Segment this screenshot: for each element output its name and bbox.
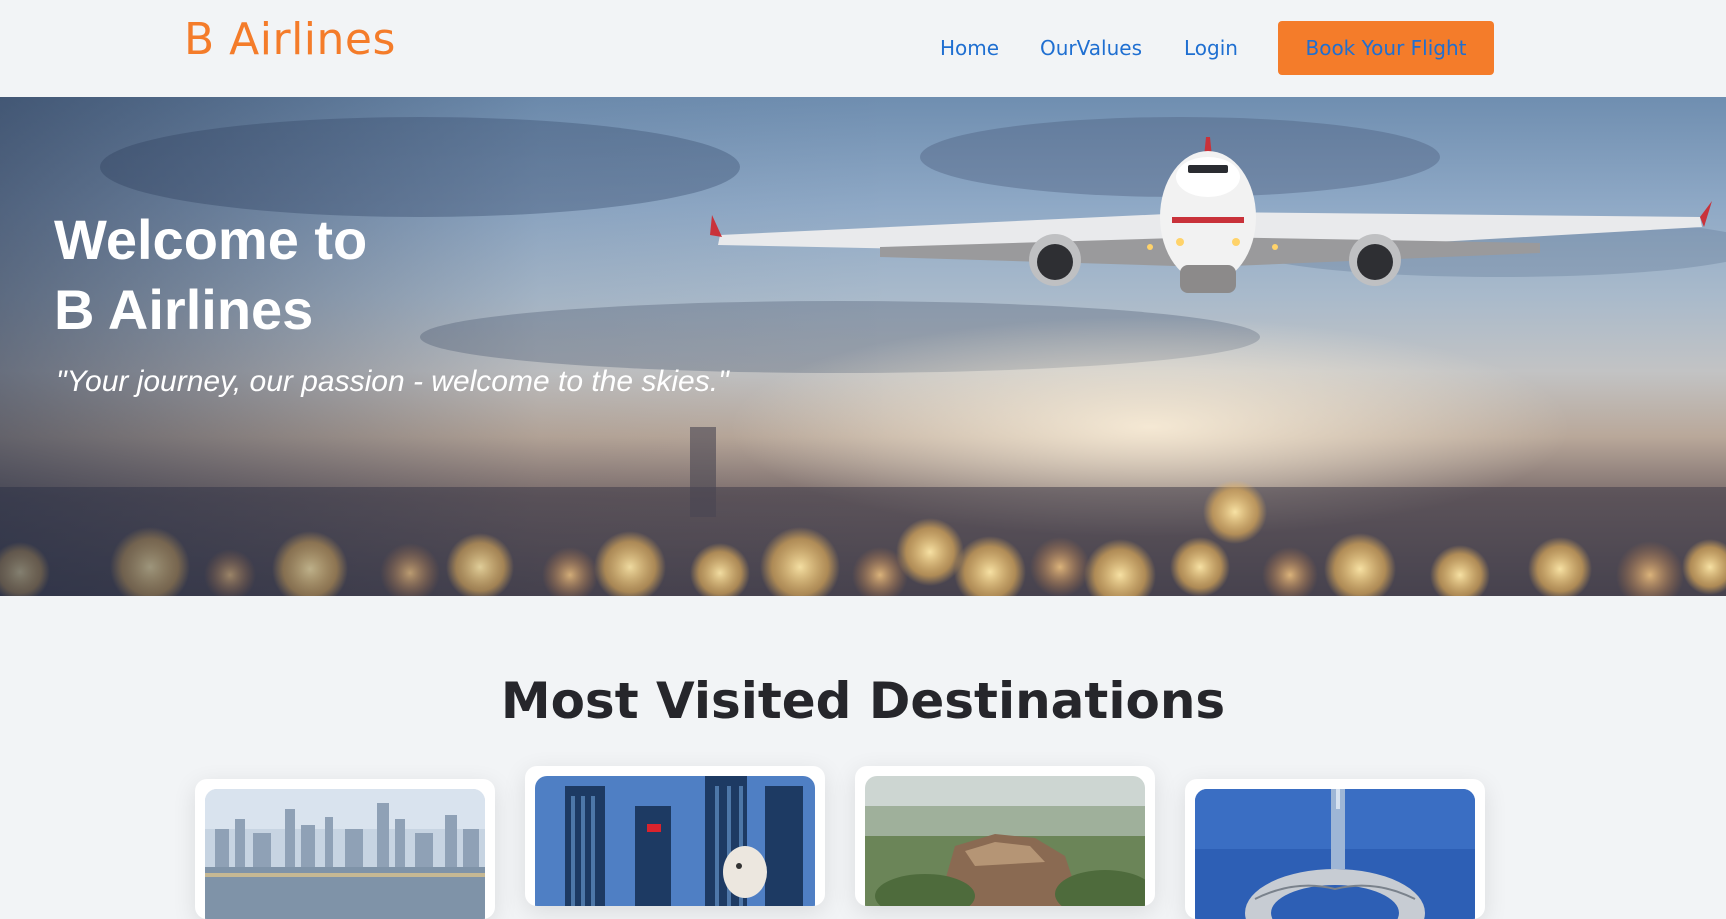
destination-card[interactable] <box>1185 779 1485 919</box>
hero-title-line1: Welcome to <box>54 208 368 271</box>
hero-banner: Welcome to B Airlines "Your journey, our… <box>0 97 1726 596</box>
destinations-heading: Most Visited Destinations <box>500 672 1226 730</box>
navbar: B Airlines Home OurValues Login Book You… <box>0 0 1726 97</box>
nav-login-link[interactable]: Login <box>1184 36 1238 60</box>
nav-home-link[interactable]: Home <box>940 36 999 60</box>
brand-logo[interactable]: B Airlines <box>184 14 396 65</box>
singapore-merlion-skyline-image <box>535 776 815 906</box>
destination-card[interactable] <box>855 766 1155 906</box>
dubai-museum-of-the-future-image <box>1195 789 1475 919</box>
hero-tagline: "Your journey, our passion - welcome to … <box>56 365 729 398</box>
destination-card[interactable] <box>525 766 825 906</box>
city-skyline-river-image <box>205 789 485 919</box>
nav-our-values-link[interactable]: OurValues <box>1040 36 1142 60</box>
sigiriya-rock-fortress-image <box>865 776 1145 906</box>
hero-airplane-image <box>0 97 1726 596</box>
hero-title: Welcome to B Airlines <box>54 205 654 345</box>
hero-title-line2: B Airlines <box>54 278 314 341</box>
book-your-flight-button[interactable]: Book Your Flight <box>1278 21 1494 75</box>
destination-card[interactable] <box>195 779 495 919</box>
